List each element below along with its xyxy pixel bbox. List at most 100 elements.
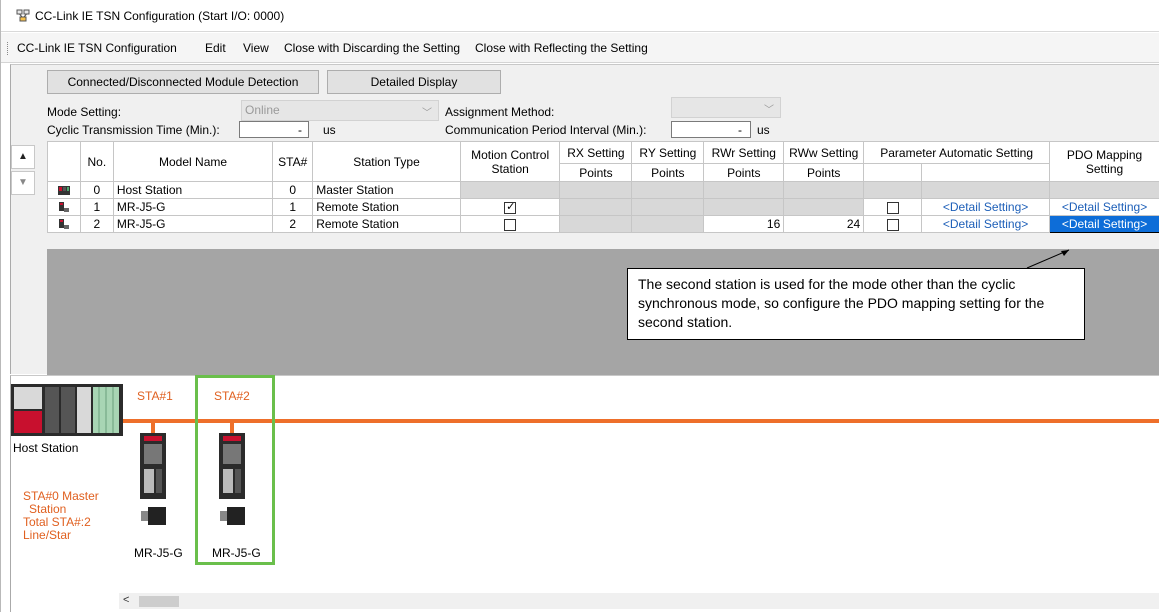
col-header-rx: RX Setting [559,141,633,164]
row-rwr [703,198,785,216]
topology-summary-line-1: STA#0 Master [23,489,99,503]
row-rww [783,181,865,199]
row-rx [559,215,633,233]
row-sta: 0 [272,181,314,199]
param-auto-checkbox[interactable] [886,201,899,214]
pdo-detail-link-selected[interactable]: <Detail Setting> [1049,215,1159,233]
row-param-check [863,198,923,216]
configuration-window: CC-Link IE TSN Configuration (Start I/O:… [0,0,1159,612]
row-motion [459,215,561,233]
servo-station-icon [58,219,69,230]
scroll-left-icon[interactable]: < [123,594,129,606]
col-header-rwr: RWr Setting [703,141,785,164]
assignment-method-select[interactable]: ﹀ [671,97,781,118]
motion-control-checkbox[interactable] [504,218,517,231]
param-auto-checkbox[interactable] [886,218,899,231]
network-config-icon [16,9,30,22]
menu-view[interactable]: View [243,41,269,55]
assignment-method-label: Assignment Method: [445,105,555,119]
row-type: Master Station [312,181,461,199]
table-row[interactable]: 2 MR-J5-G 2 Remote Station 16 24 <Detail… [47,215,1159,233]
master-station-icon [57,186,70,196]
topology-horizontal-scrollbar[interactable]: < › [119,593,1159,609]
col-header-station-type: Station Type [312,141,461,182]
row-param-check [863,215,923,233]
communication-period-label: Communication Period Interval (Min.): [445,123,647,137]
row-rwr [703,181,785,199]
row-motion [459,181,561,199]
row-no: 2 [79,215,114,233]
title-bar: CC-Link IE TSN Configuration (Start I/O:… [1,0,1159,32]
topology-summary-line-4: Line/Star [23,528,72,542]
menu-close-discard[interactable]: Close with Discarding the Setting [284,41,460,55]
window-title: CC-Link IE TSN Configuration (Start I/O:… [35,9,285,23]
module-detection-button[interactable]: Connected/Disconnected Module Detection [47,70,319,94]
annotation-callout: The second station is used for the mode … [627,268,1085,340]
col-header-rww-points: Points [783,163,865,182]
menu-grip [7,42,10,55]
cyclic-time-field: - [239,121,309,138]
menu-cc-link-ie-tsn-configuration[interactable]: CC-Link IE TSN Configuration [17,41,177,55]
row-no: 0 [79,181,114,199]
device2-label: MR-J5-G [212,546,261,560]
row-sta: 1 [272,198,314,216]
communication-period-field: - [671,121,751,138]
row-rx [559,198,633,216]
cyclic-time-value: - [298,123,302,137]
row-ry [631,215,705,233]
param-detail-link[interactable]: <Detail Setting> [921,215,1051,233]
scroll-up-button[interactable]: ▲ [11,145,35,169]
sta1-label: STA#1 [137,389,173,403]
communication-period-value: - [738,123,742,137]
row-model: Host Station [112,181,274,199]
topology-summary-line-3: Total STA#:2 [23,515,91,529]
communication-period-unit: us [757,123,770,137]
host-station-label: Host Station [13,441,79,455]
row-param-detail [921,181,1051,199]
station-table: No. Model Name STA# Station Type Motion … [47,141,1159,233]
station-icon-cell [47,181,81,199]
col-header-motion: Motion Control Station [459,141,561,182]
col-header-rww: RWw Setting [783,141,865,164]
col-header-ry: RY Setting [631,141,705,164]
row-type: Remote Station [312,198,461,216]
servo-amplifier-icon[interactable] [138,419,168,534]
cyclic-time-label: Cyclic Transmission Time (Min.): [47,123,220,137]
servo-amplifier-icon[interactable] [217,419,247,534]
row-rww[interactable]: 24 [783,215,865,233]
menu-close-reflect[interactable]: Close with Reflecting the Setting [475,41,648,55]
station-icon-cell [47,198,81,216]
menu-bar: CC-Link IE TSN Configuration Edit View C… [1,33,1159,63]
param-detail-link[interactable]: <Detail Setting> [921,198,1051,216]
row-type: Remote Station [312,215,461,233]
row-no: 1 [79,198,114,216]
scroll-thumb[interactable] [139,596,179,607]
chevron-down-icon: ﹀ [422,108,432,119]
col-header-param-check [863,163,923,182]
servo-station-icon [58,202,69,213]
row-rww [783,198,865,216]
col-header-param: Parameter Automatic Setting [863,141,1051,164]
table-row[interactable]: 0 Host Station 0 Master Station [47,181,1159,199]
mode-setting-value: Online [245,103,280,117]
motion-control-checkbox[interactable]: ✓ [504,201,517,214]
col-header-sta: STA# [272,141,314,182]
row-rwr[interactable]: 16 [703,215,785,233]
row-sta: 2 [272,215,314,233]
col-header-pdo: PDO Mapping Setting [1049,141,1159,182]
col-header-model: Model Name [112,141,274,182]
network-topology-view: Host Station STA#0 Master Station Total … [10,375,1159,612]
station-icon-cell [47,215,81,233]
row-param-check [863,181,923,199]
col-header-param-detail [921,163,1051,182]
table-row[interactable]: 1 MR-J5-G 1 Remote Station ✓ <Detail Set… [47,198,1159,216]
scroll-down-button[interactable]: ▼ [11,171,35,195]
detailed-display-button[interactable]: Detailed Display [327,70,501,94]
pdo-detail-link[interactable]: <Detail Setting> [1049,198,1159,216]
col-header-no: No. [79,141,114,182]
mode-setting-select[interactable]: Online ﹀ [241,100,439,121]
menu-edit[interactable]: Edit [205,41,226,55]
mode-setting-label: Mode Setting: [47,105,122,119]
chevron-down-icon: ﹀ [764,105,774,116]
col-header-ry-points: Points [631,163,705,182]
